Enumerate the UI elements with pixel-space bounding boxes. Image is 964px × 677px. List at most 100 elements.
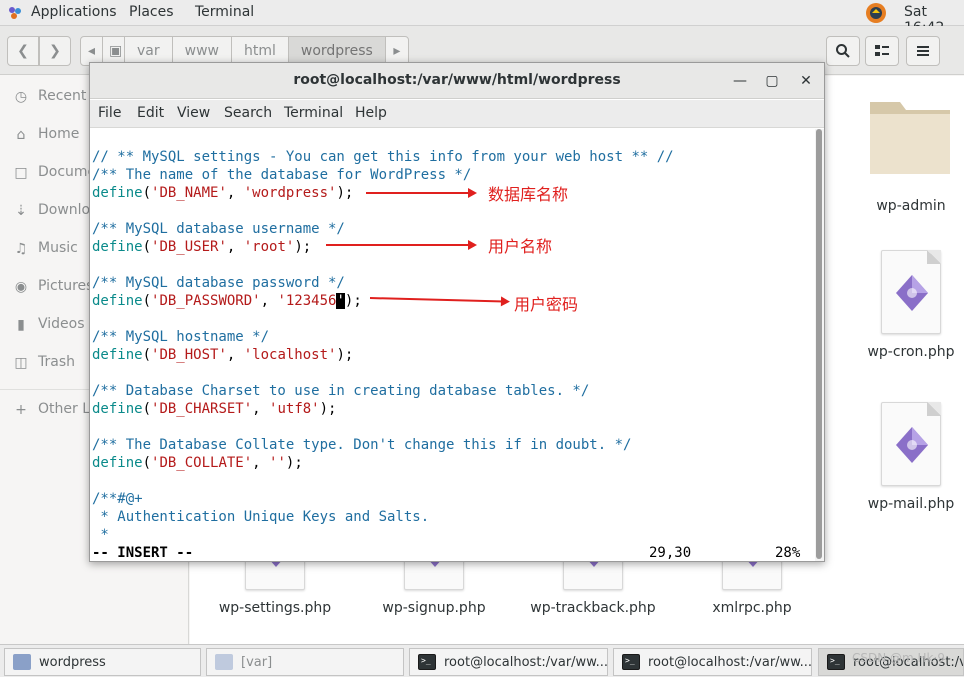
- code-line: define('DB_HOST', 'localhost');: [92, 346, 353, 364]
- file-name: wp-cron.php: [867, 344, 955, 360]
- terminal-icon: [827, 654, 845, 670]
- terminal-icon: [418, 654, 436, 670]
- view-toggle-button[interactable]: [865, 36, 899, 66]
- applications-menu[interactable]: Applications: [31, 4, 117, 20]
- code-func: define: [92, 185, 143, 201]
- sidebar-item-label: Recent: [38, 88, 87, 104]
- code-string: 'root': [243, 239, 295, 255]
- annotation-db-name: 数据库名称: [488, 185, 569, 204]
- code-punct: ,: [260, 293, 278, 309]
- scrollbar-thumb[interactable]: [816, 129, 822, 559]
- terminal-icon: [622, 654, 640, 670]
- code-line: define('DB_USER', 'root');: [92, 238, 311, 256]
- hamburger-menu-button[interactable]: [906, 36, 940, 66]
- chevron-left-icon: ◂: [87, 43, 96, 59]
- code-punct: ,: [252, 401, 270, 417]
- menu-search[interactable]: Search: [224, 105, 272, 121]
- code-func: define: [92, 455, 143, 471]
- minimize-button[interactable]: —: [730, 71, 750, 91]
- file-item-wp-cron[interactable]: wp-cron.php: [836, 248, 964, 368]
- code-line: define('DB_PASSWORD', '123456');: [92, 292, 362, 310]
- menu-view[interactable]: View: [177, 105, 210, 121]
- chevron-right-icon: ❯: [49, 43, 61, 59]
- code-punct: (: [142, 347, 152, 363]
- code-punct: );: [319, 401, 337, 417]
- code-line: define('DB_COLLATE', '');: [92, 454, 303, 472]
- taskbar-item-terminal-2[interactable]: root@localhost:/var/ww...: [613, 648, 812, 676]
- terminal-scrollbar[interactable]: [815, 129, 824, 561]
- code-func: define: [92, 347, 143, 363]
- code-string: 'localhost': [243, 347, 337, 363]
- path-segment-html[interactable]: html: [232, 37, 289, 65]
- path-root-drive[interactable]: ▣: [103, 37, 125, 65]
- file-item-wp-mail[interactable]: wp-mail.php: [836, 400, 964, 520]
- camera-icon: ◉: [14, 279, 28, 295]
- code-punct: (: [142, 185, 152, 201]
- code-string: 'DB_NAME': [151, 185, 227, 201]
- terminal-titlebar[interactable]: root@localhost:/var/www/html/wordpress —…: [90, 63, 824, 99]
- code-punct: (: [142, 455, 152, 471]
- code-line: define('DB_NAME', 'wordpress');: [92, 184, 353, 202]
- file-name: wp-admin: [876, 198, 946, 214]
- taskbar-item-wordpress[interactable]: wordpress: [4, 648, 201, 676]
- annotation-user-name: 用户名称: [488, 237, 553, 256]
- path-segment-www[interactable]: www: [173, 37, 232, 65]
- code-string: '': [269, 455, 286, 471]
- taskbar-label: root@localhost:/var/ww...: [648, 655, 812, 670]
- vim-cursor-position: 29,30: [649, 545, 692, 561]
- code-punct: );: [344, 293, 362, 309]
- menu-edit[interactable]: Edit: [137, 105, 164, 121]
- path-scroll-left[interactable]: ◂: [81, 37, 103, 65]
- search-button[interactable]: [826, 36, 860, 66]
- menu-terminal[interactable]: Terminal: [284, 105, 343, 121]
- php-file-icon: [881, 402, 941, 486]
- folder-icon: [215, 654, 233, 670]
- code-punct: );: [285, 455, 303, 471]
- code-punct: );: [336, 185, 354, 201]
- music-icon: ♫: [14, 241, 28, 257]
- annotation-arrow: [326, 240, 477, 250]
- code-punct: (: [142, 293, 152, 309]
- menu-file[interactable]: File: [98, 105, 121, 121]
- code-line: * Authentication Unique Keys and Salts.: [92, 509, 430, 525]
- file-name: wp-settings.php: [218, 600, 332, 616]
- code-string: 'DB_CHARSET': [151, 401, 253, 417]
- sidebar-item-label: Trash: [38, 354, 75, 370]
- applications-icon[interactable]: [8, 6, 22, 20]
- annotation-arrow: [366, 188, 477, 198]
- terminal-app-menu[interactable]: Terminal: [195, 4, 254, 20]
- maximize-button[interactable]: ▢: [762, 71, 782, 91]
- taskbar-item-var[interactable]: [var]: [206, 648, 404, 676]
- forward-button[interactable]: ❯: [39, 36, 71, 66]
- code-punct: ,: [226, 185, 244, 201]
- close-button[interactable]: ✕: [796, 71, 816, 91]
- code-string: 'DB_COLLATE': [151, 455, 253, 471]
- code-func: define: [92, 401, 143, 417]
- code-line: /** MySQL database username */: [92, 221, 345, 237]
- download-icon: ⇣: [15, 203, 27, 219]
- annotation-password: 用户密码: [514, 295, 579, 314]
- home-icon: ⌂: [16, 127, 26, 143]
- back-button[interactable]: ❮: [7, 36, 39, 66]
- menu-help[interactable]: Help: [355, 105, 387, 121]
- code-func: define: [92, 239, 143, 255]
- code-func: define: [92, 293, 143, 309]
- path-scroll-right[interactable]: ▸: [386, 37, 408, 65]
- path-segment-var[interactable]: var: [125, 37, 173, 65]
- taskbar-label: wordpress: [39, 655, 106, 670]
- code-line: /** Database Charset to use in creating …: [92, 383, 590, 399]
- places-menu[interactable]: Places: [129, 4, 174, 20]
- taskbar-item-terminal-1[interactable]: root@localhost:/var/ww...: [409, 648, 608, 676]
- taskbar: wordpress [var] root@localhost:/var/ww..…: [0, 644, 964, 677]
- sidebar-item-label: Pictures: [38, 278, 94, 294]
- file-name: wp-trackback.php: [530, 600, 656, 616]
- tray-app-icon[interactable]: [864, 1, 888, 25]
- code-line: /**#@+: [92, 491, 143, 507]
- file-item-wp-admin[interactable]: wp-admin: [836, 88, 964, 214]
- minimize-icon: —: [733, 73, 747, 89]
- terminal-text-area[interactable]: // ** MySQL settings - You can get this …: [90, 129, 814, 561]
- path-segment-wordpress[interactable]: wordpress: [288, 37, 386, 65]
- code-line: // ** MySQL settings - You can get this …: [92, 149, 674, 165]
- php-file-icon: [881, 250, 941, 334]
- annotation-arrow: [369, 296, 511, 307]
